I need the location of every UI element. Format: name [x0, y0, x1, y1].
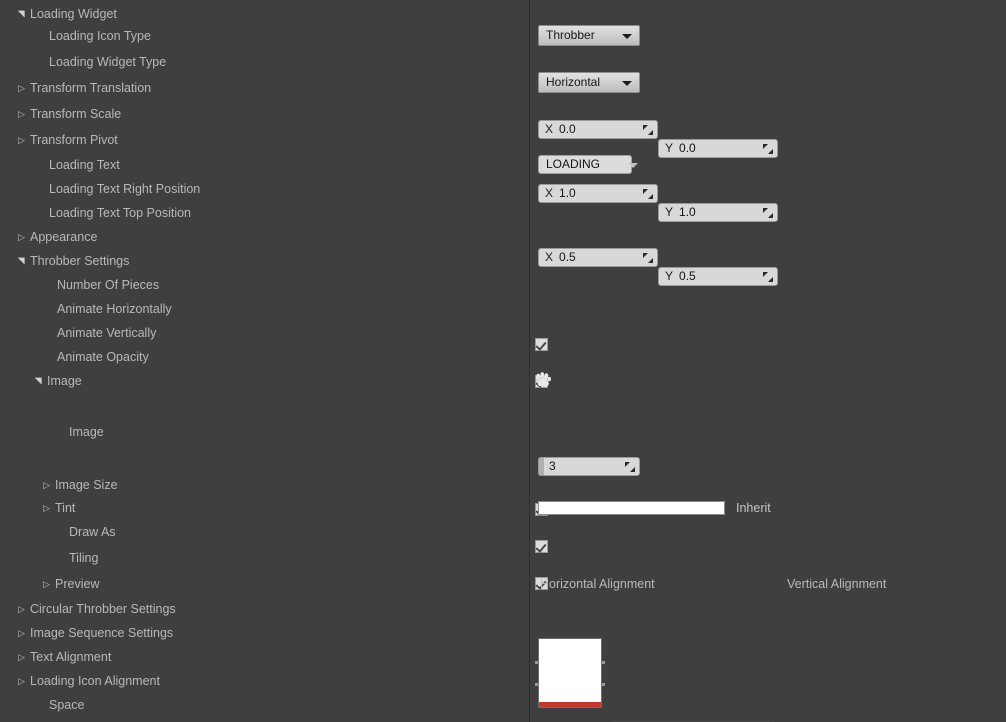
- property-label: Loading Widget Type: [49, 55, 167, 69]
- axis-label-x: X: [545, 122, 554, 136]
- transform-translation-y-value: 0.0: [679, 141, 696, 155]
- transform-scale-x-value: 1.0: [559, 186, 576, 200]
- property-label: Loading Icon Alignment: [30, 674, 160, 688]
- thumbnail-nub-right: [602, 683, 605, 686]
- property-label: Preview: [55, 577, 100, 591]
- property-label: Animate Horizontally: [57, 302, 172, 316]
- transform-translation-x-field[interactable]: X 0.0: [538, 120, 658, 139]
- animate-vertically-checkbox[interactable]: [535, 540, 548, 553]
- expander-triangle-closed[interactable]: [43, 496, 55, 520]
- drag-grip-icon[interactable]: [643, 189, 653, 199]
- axis-label-x: X: [545, 250, 554, 264]
- property-panel: Loading Widget Loading Icon Type Loading W…: [0, 0, 1006, 722]
- loading-text-value: LOADING: [546, 157, 601, 171]
- thumbnail-nub-left: [535, 661, 538, 664]
- property-label: Draw As: [69, 525, 116, 539]
- expander-triangle-closed[interactable]: [18, 669, 30, 693]
- drag-grip-icon[interactable]: [643, 125, 653, 135]
- property-label: Throbber Settings: [30, 254, 130, 268]
- transform-pivot-x-field[interactable]: X 0.5: [538, 248, 658, 267]
- drag-grip-icon[interactable]: [625, 462, 635, 472]
- transform-scale-y-value: 1.0: [679, 205, 696, 219]
- axis-label-y: Y: [665, 205, 674, 219]
- property-label: Number Of Pieces: [57, 278, 160, 292]
- loading-icon-type-dropdown[interactable]: Throbber: [538, 25, 640, 46]
- transform-translation-y-field[interactable]: Y 0.0: [658, 139, 778, 158]
- property-label: Text Alignment: [30, 650, 112, 664]
- property-name-column: Loading Widget Loading Icon Type Loading W…: [0, 0, 529, 722]
- asset-type-color-bar: [539, 702, 601, 707]
- drag-grip-icon[interactable]: [763, 144, 773, 154]
- expander-triangle-closed[interactable]: [18, 128, 30, 152]
- expander-triangle-closed[interactable]: [43, 572, 55, 596]
- expander-triangle-closed[interactable]: [18, 621, 30, 645]
- axis-label-x: X: [545, 186, 554, 200]
- horizontal-alignment-label: Horizontal Alignment: [540, 577, 655, 591]
- vertical-alignment-label: Vertical Alignment: [787, 577, 887, 591]
- expander-triangle-closed[interactable]: [18, 225, 30, 249]
- chevron-down-icon: [622, 81, 632, 86]
- chevron-down-icon: [622, 34, 632, 39]
- property-value-column: Throbber Horizontal X 0.0 Y 0.0 X 1.0 Y 1.0: [530, 0, 1006, 722]
- property-label: Loading Icon Type: [49, 29, 151, 43]
- paw-print-icon: [534, 371, 552, 389]
- property-label: Transform Pivot: [30, 133, 118, 147]
- drag-grip-icon[interactable]: [643, 253, 653, 263]
- expander-triangle-closed[interactable]: [18, 597, 30, 621]
- loading-widget-type-dropdown[interactable]: Horizontal: [538, 72, 640, 93]
- transform-translation-x-value: 0.0: [559, 122, 576, 136]
- property-label: Loading Text Top Position: [49, 206, 192, 220]
- loading-text-dropdown-caret-icon[interactable]: [628, 163, 638, 168]
- expander-triangle-closed[interactable]: [18, 102, 30, 126]
- tint-color-swatch[interactable]: [538, 501, 725, 515]
- property-label: Image: [69, 425, 104, 439]
- property-label: Animate Opacity: [57, 350, 149, 364]
- axis-label-y: Y: [665, 269, 674, 283]
- number-of-pieces-value: 3: [549, 459, 556, 473]
- property-label: Loading Widget: [30, 7, 117, 21]
- loading-text-right-position-checkbox[interactable]: [535, 338, 548, 351]
- expander-triangle-closed[interactable]: [18, 76, 30, 100]
- expander-triangle-closed[interactable]: [18, 645, 30, 669]
- transform-pivot-x-value: 0.5: [559, 250, 576, 264]
- loading-widget-type-value: Horizontal: [546, 75, 601, 89]
- drag-grip-icon[interactable]: [763, 272, 773, 282]
- property-label: Image Size: [55, 478, 118, 492]
- expander-triangle-open[interactable]: [35, 369, 47, 393]
- expander-triangle-open[interactable]: [18, 2, 30, 26]
- property-label: Transform Scale: [30, 107, 122, 121]
- expander-triangle-open[interactable]: [18, 249, 30, 273]
- thumbnail-nub-left: [535, 683, 538, 686]
- property-label: Loading Text: [49, 158, 120, 172]
- drag-grip-icon[interactable]: [763, 208, 773, 218]
- tint-inherit-label: Inherit: [736, 501, 771, 515]
- thumbnail-nub-right: [602, 661, 605, 664]
- transform-pivot-y-field[interactable]: Y 0.5: [658, 267, 778, 286]
- loading-text-input[interactable]: LOADING: [538, 155, 632, 174]
- number-of-pieces-field[interactable]: 3: [538, 457, 640, 476]
- property-label: Circular Throbber Settings: [30, 602, 176, 616]
- transform-pivot-y-value: 0.5: [679, 269, 696, 283]
- axis-label-y: Y: [665, 141, 674, 155]
- property-label: Space: [49, 698, 85, 712]
- loading-icon-type-value: Throbber: [546, 28, 595, 42]
- property-label: Animate Vertically: [57, 326, 157, 340]
- transform-scale-y-field[interactable]: Y 1.0: [658, 203, 778, 222]
- property-label: Tint: [55, 501, 76, 515]
- property-label: Transform Translation: [30, 81, 152, 95]
- transform-scale-x-field[interactable]: X 1.0: [538, 184, 658, 203]
- image-asset-thumbnail[interactable]: [535, 638, 605, 708]
- property-label: Image Sequence Settings: [30, 626, 174, 640]
- property-label: Loading Text Right Position: [49, 182, 201, 196]
- property-label: Appearance: [30, 230, 98, 244]
- property-label: Image: [47, 374, 82, 388]
- expander-triangle-closed[interactable]: [43, 473, 55, 497]
- property-label: Tiling: [69, 551, 99, 565]
